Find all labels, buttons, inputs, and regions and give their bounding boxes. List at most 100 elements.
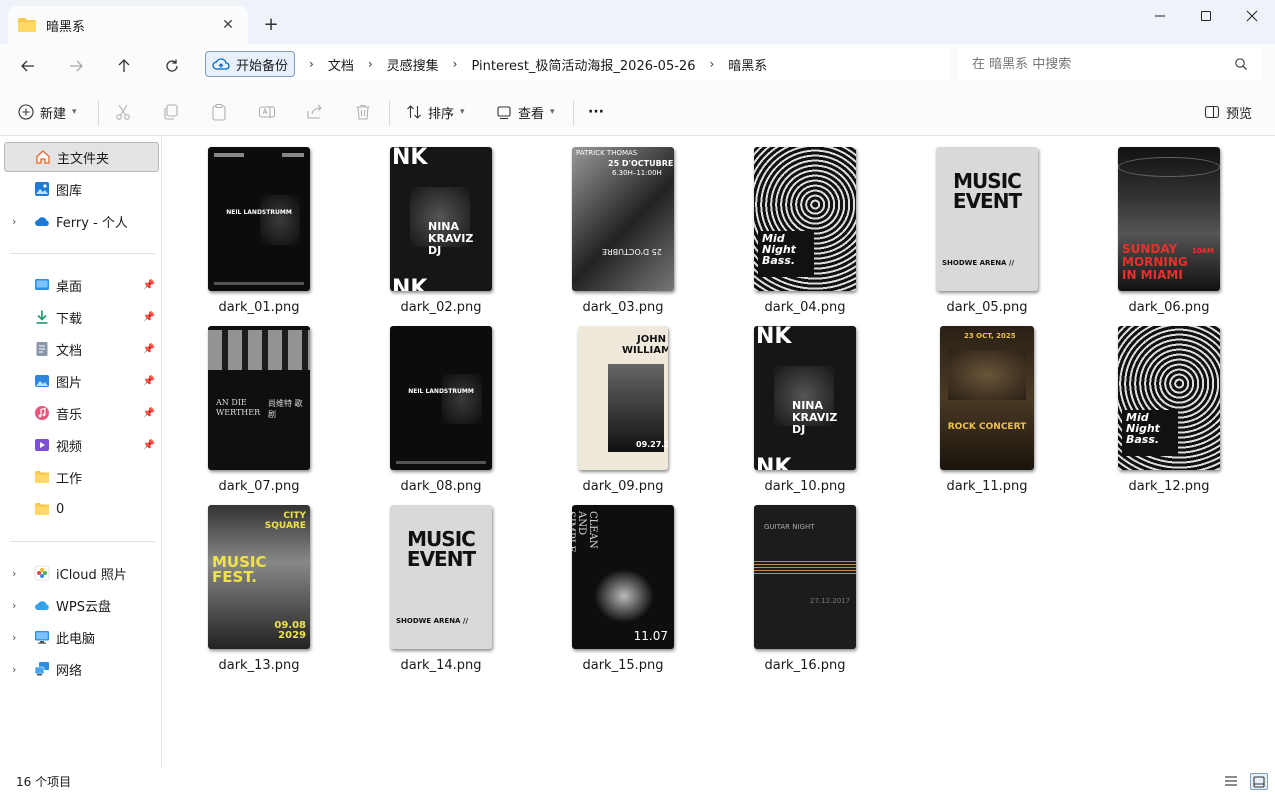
file-item[interactable]: CLEAN AND SIMPLE 11.07 dark_15.png — [543, 495, 703, 673]
sidebar-item-videos[interactable]: 视频 📌 — [4, 430, 159, 460]
file-item[interactable]: MUSIC EVENT SHODWE ARENA // dark_14.png — [361, 495, 521, 673]
sidebar-item-work[interactable]: 工作 — [4, 462, 159, 492]
sidebar-item-label: 网络 — [56, 663, 83, 679]
file-item[interactable]: JOHN WILLIAMS 09.27.22 dark_09.png — [543, 316, 703, 494]
back-button[interactable] — [14, 52, 42, 80]
copy-button[interactable] — [162, 100, 180, 124]
chevron-right-icon: › — [367, 57, 373, 71]
new-button[interactable]: 新建 ▾ — [18, 100, 77, 124]
close-tab-icon[interactable]: ✕ — [218, 15, 238, 35]
file-item[interactable]: Mid Night Bass. dark_12.png — [1089, 316, 1249, 494]
sidebar-item-wps-cloud[interactable]: › WPS云盘 — [4, 590, 159, 620]
image-thumbnail: GUITAR NIGHT 27.12.2017 — [754, 505, 856, 649]
poster-caption: GUITAR NIGHT — [764, 523, 815, 531]
file-item[interactable]: MUSIC EVENT SHODWE ARENA // dark_05.png — [907, 137, 1067, 315]
image-thumbnail: SUNDAY MORNING IN MIAMI 10AM — [1118, 147, 1220, 291]
forward-button[interactable] — [62, 52, 90, 80]
navigation-pane: 主文件夹 图库 › Ferry - 个人 桌面 📌 下载 📌 文档 📌 图片 📌… — [0, 137, 162, 769]
file-item[interactable]: SUNDAY MORNING IN MIAMI 10AM dark_06.png — [1089, 137, 1249, 315]
poster-caption: Mid Night Bass. — [762, 232, 796, 267]
file-item[interactable]: 23 OCT, 2025 ROCK CONCERT dark_11.png — [907, 316, 1067, 494]
sidebar-item-onedrive[interactable]: › Ferry - 个人 — [4, 206, 159, 236]
breadcrumb-pinterest[interactable]: Pinterest_极简活动海报_2026-05-26 — [471, 55, 695, 74]
sidebar-item-this-pc[interactable]: › 此电脑 — [4, 622, 159, 652]
file-item[interactable]: PATRICK THOMAS 25 D'OCTUBRE 6.30H–11:00H… — [543, 137, 703, 315]
cut-button[interactable] — [114, 100, 132, 124]
refresh-button[interactable] — [158, 52, 186, 80]
sidebar-item-home[interactable]: 主文件夹 — [4, 142, 159, 172]
image-thumbnail: Mid Night Bass. — [1118, 326, 1220, 470]
new-tab-button[interactable]: + — [260, 13, 282, 35]
pin-icon[interactable]: 📌 — [143, 408, 155, 419]
chevron-right-icon: › — [309, 57, 314, 71]
sidebar-item-desktop[interactable]: 桌面 📌 — [4, 270, 159, 300]
chevron-right-icon[interactable]: › — [12, 631, 16, 644]
file-item[interactable]: NK NINA KRAVIZ DJ NK dark_10.png — [725, 316, 885, 494]
file-item[interactable]: NK NINA KRAVIZ DJ NK dark_02.png — [361, 137, 521, 315]
chevron-right-icon[interactable]: › — [12, 599, 16, 612]
pin-icon[interactable]: 📌 — [143, 280, 155, 291]
sidebar-item-network[interactable]: › 网络 — [4, 654, 159, 684]
file-item[interactable]: CITY SQUARE MUSIC FEST. 09.08 2029 dark_13… — [179, 495, 339, 673]
sidebar-item-icloud-photos[interactable]: › iCloud 照片 — [4, 558, 159, 588]
breadcrumb-inspiration[interactable]: 灵感搜集 — [387, 55, 439, 74]
up-button[interactable] — [110, 52, 138, 80]
tab-active[interactable]: 暗黑系 ✕ — [8, 6, 248, 44]
backup-crumb-button[interactable]: 开始备份 — [205, 51, 296, 77]
sidebar-item-pictures[interactable]: 图片 📌 — [4, 366, 159, 396]
file-item[interactable]: NEIL LANDSTRUMM dark_08.png — [361, 316, 521, 494]
file-item[interactable]: Mid Night Bass. dark_04.png — [725, 137, 885, 315]
breadcrumb-documents[interactable]: 文档 — [328, 55, 354, 74]
chevron-down-icon: ▾ — [550, 107, 555, 117]
breadcrumb-current[interactable]: 暗黑系 — [728, 55, 767, 74]
more-options-button[interactable]: ··· — [588, 100, 604, 124]
pin-icon[interactable]: 📌 — [143, 376, 155, 387]
maximize-icon — [1201, 11, 1211, 21]
sidebar-item-downloads[interactable]: 下载 📌 — [4, 302, 159, 332]
sidebar-item-folder-0[interactable]: 0 — [4, 494, 159, 524]
delete-button[interactable] — [354, 100, 372, 124]
pin-icon[interactable]: 📌 — [143, 344, 155, 355]
rename-button[interactable] — [258, 100, 276, 124]
large-icons-view-button[interactable] — [1250, 773, 1268, 790]
search-box[interactable] — [958, 48, 1262, 80]
sidebar-item-music[interactable]: 音乐 📌 — [4, 398, 159, 428]
close-window-button[interactable] — [1229, 0, 1275, 32]
chevron-right-icon[interactable]: › — [12, 215, 16, 228]
file-name: dark_08.png — [400, 479, 482, 494]
file-name: dark_13.png — [218, 658, 300, 673]
sidebar-item-gallery[interactable]: 图库 — [4, 174, 159, 204]
address-bar[interactable]: 开始备份 › 文档 › 灵感搜集 › Pinterest_极简活动海报_2026… — [202, 48, 950, 80]
minimize-button[interactable] — [1137, 0, 1183, 32]
sidebar-item-label: 下载 — [56, 311, 83, 327]
file-item[interactable]: GUITAR NIGHT 27.12.2017 dark_16.png — [725, 495, 885, 673]
view-button[interactable]: 查看 ▾ — [496, 100, 555, 124]
sort-button[interactable]: 排序 ▾ — [406, 100, 465, 124]
file-item[interactable]: NEIL LANDSTRUMM dark_01.png — [179, 137, 339, 315]
file-item[interactable]: AN DIE WERTHER 尚维特 歌剧 dark_07.png — [179, 316, 339, 494]
maximize-button[interactable] — [1183, 0, 1229, 32]
item-count: 16 个项目 — [16, 775, 72, 789]
command-bar: 新建 ▾ 排序 ▾ 查看 ▾ ··· 预览 — [0, 88, 1275, 136]
poster-caption: CLEAN AND SIMPLE — [572, 511, 598, 553]
pin-icon[interactable]: 📌 — [143, 312, 155, 323]
sidebar-item-label: 0 — [56, 501, 65, 517]
file-name: dark_09.png — [582, 479, 664, 494]
sidebar-item-label: 此电脑 — [56, 631, 96, 647]
sidebar-item-documents[interactable]: 文档 📌 — [4, 334, 159, 364]
pin-icon[interactable]: 📌 — [143, 440, 155, 451]
sidebar-item-label: 文档 — [56, 343, 83, 359]
chevron-right-icon[interactable]: › — [12, 567, 16, 580]
folder-icon — [35, 471, 49, 483]
chevron-right-icon[interactable]: › — [12, 663, 16, 676]
share-button[interactable] — [306, 100, 324, 124]
search-input[interactable] — [972, 56, 1234, 72]
preview-pane-label: 预览 — [1226, 106, 1253, 122]
arrow-right-icon — [70, 60, 83, 72]
preview-pane-button[interactable]: 预览 — [1204, 100, 1252, 124]
video-icon — [35, 439, 49, 451]
details-view-button[interactable] — [1224, 774, 1238, 792]
backup-crumb-label: 开始备份 — [236, 58, 289, 74]
file-name: dark_03.png — [582, 300, 664, 315]
paste-button[interactable] — [210, 100, 228, 124]
